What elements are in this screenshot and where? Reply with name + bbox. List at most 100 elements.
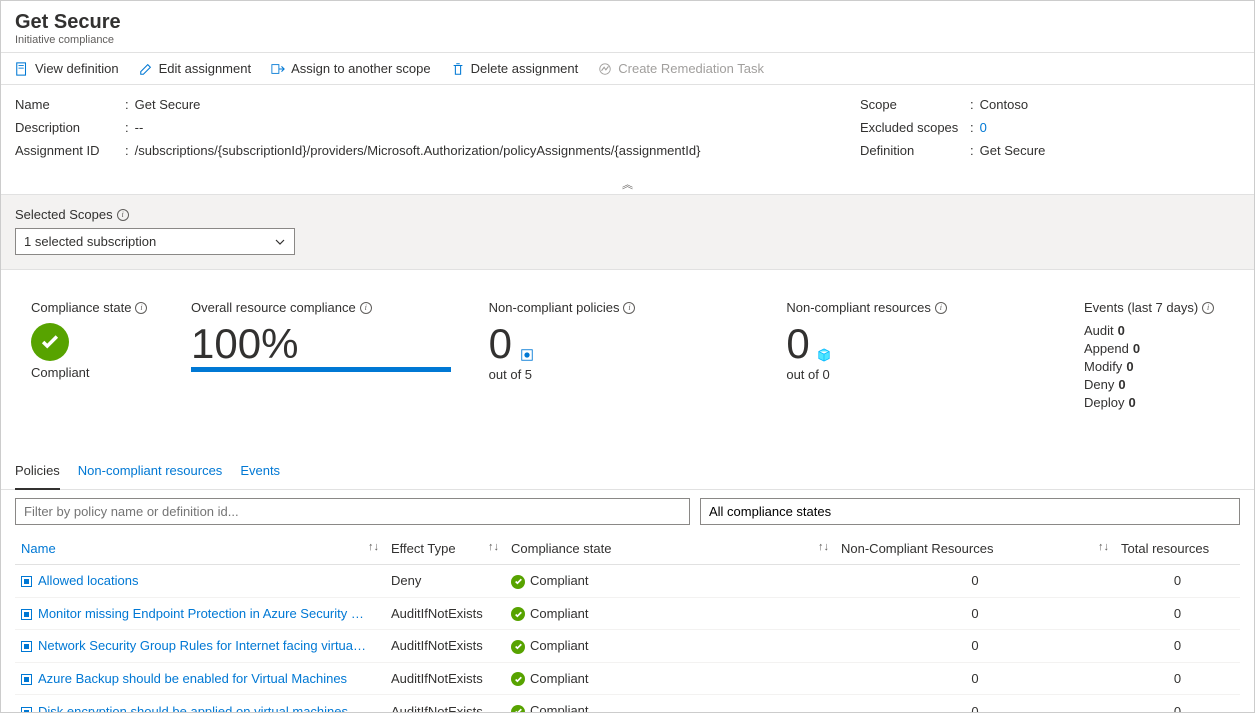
policy-icon	[21, 609, 32, 620]
compliance-cell: Compliant	[505, 695, 835, 713]
table-row: Monitor missing Endpoint Protection in A…	[15, 597, 1240, 630]
total-cell: 0	[1115, 695, 1240, 713]
total-cell: 0	[1115, 565, 1240, 598]
filter-policy-input[interactable]	[15, 498, 690, 525]
overall-compliance-value: 100%	[191, 323, 469, 365]
name-value: Get Secure	[135, 97, 201, 112]
info-icon[interactable]: i	[360, 302, 372, 314]
noncompliant-cell: 0	[835, 630, 1115, 663]
name-label: Name	[15, 97, 125, 112]
create-remediation-button: Create Remediation Task	[598, 61, 764, 76]
assign-icon	[271, 62, 285, 76]
info-icon[interactable]: i	[1202, 302, 1214, 314]
table-row: Azure Backup should be enabled for Virtu…	[15, 662, 1240, 695]
compliance-progress-bar	[191, 367, 451, 372]
policy-name-cell[interactable]: Azure Backup should be enabled for Virtu…	[15, 662, 385, 695]
compliant-check-icon	[511, 607, 525, 621]
page-title: Get Secure	[15, 11, 1240, 34]
policy-icon	[520, 348, 534, 362]
compliant-check-icon	[511, 640, 525, 654]
selected-scopes-label: Selected Scopes	[15, 207, 113, 222]
compliance-state-filter[interactable]	[700, 498, 1240, 525]
noncompliant-resources-value: 0	[786, 320, 809, 367]
assign-scope-button[interactable]: Assign to another scope	[271, 61, 430, 76]
col-total: Total resources	[1115, 533, 1240, 565]
effect-cell: AuditIfNotExists	[385, 630, 505, 663]
compliance-cell: Compliant	[505, 597, 835, 630]
col-name[interactable]: Name↑↓	[15, 533, 385, 565]
document-icon	[15, 62, 29, 76]
delete-assignment-button[interactable]: Delete assignment	[451, 61, 579, 76]
definition-value: Get Secure	[980, 143, 1046, 158]
noncompliant-cell: 0	[835, 565, 1115, 598]
events-title: Events (last 7 days)	[1084, 300, 1198, 315]
scope-label: Scope	[860, 97, 970, 112]
policy-icon	[21, 674, 32, 685]
compliant-check-icon	[31, 323, 69, 361]
effect-cell: AuditIfNotExists	[385, 662, 505, 695]
policy-name-cell[interactable]: Allowed locations	[15, 565, 385, 598]
scope-value: Contoso	[980, 97, 1028, 112]
collapse-details-button[interactable]: ︽	[1, 174, 1254, 194]
noncompliant-cell: 0	[835, 597, 1115, 630]
excluded-scopes-value[interactable]: 0	[980, 120, 987, 135]
noncompliant-resources-title: Non-compliant resources	[786, 300, 931, 315]
event-item: Audit0	[1084, 323, 1224, 338]
total-cell: 0	[1115, 662, 1240, 695]
compliant-check-icon	[511, 672, 525, 686]
cube-icon	[817, 348, 831, 362]
compliance-state-value: Compliant	[31, 365, 171, 380]
effect-cell: AuditIfNotExists	[385, 695, 505, 713]
noncompliant-cell: 0	[835, 662, 1115, 695]
edit-assignment-button[interactable]: Edit assignment	[139, 61, 252, 76]
effect-cell: Deny	[385, 565, 505, 598]
definition-label: Definition	[860, 143, 970, 158]
total-cell: 0	[1115, 597, 1240, 630]
event-item: Append0	[1084, 341, 1224, 356]
info-icon[interactable]: i	[135, 302, 147, 314]
description-label: Description	[15, 120, 125, 135]
policy-icon	[21, 576, 32, 587]
assignment-id-label: Assignment ID	[15, 143, 125, 158]
page-subtitle: Initiative compliance	[15, 34, 1240, 46]
description-value: --	[135, 120, 144, 135]
policy-name-cell[interactable]: Monitor missing Endpoint Protection in A…	[15, 597, 385, 630]
noncompliant-policies-sub: out of 5	[489, 367, 767, 382]
view-definition-button[interactable]: View definition	[15, 61, 119, 76]
event-item: Modify0	[1084, 359, 1224, 374]
chevron-down-icon	[274, 236, 286, 248]
event-item: Deploy0	[1084, 395, 1224, 410]
noncompliant-policies-value: 0	[489, 320, 512, 367]
col-noncompliant[interactable]: Non-Compliant Resources↑↓	[835, 533, 1115, 565]
table-row: Allowed locationsDenyCompliant00	[15, 565, 1240, 598]
compliance-cell: Compliant	[505, 662, 835, 695]
info-icon[interactable]: i	[117, 209, 129, 221]
noncompliant-cell: 0	[835, 695, 1115, 713]
effect-cell: AuditIfNotExists	[385, 597, 505, 630]
info-icon[interactable]: i	[623, 302, 635, 314]
col-effect[interactable]: Effect Type↑↓	[385, 533, 505, 565]
compliance-cell: Compliant	[505, 565, 835, 598]
scopes-dropdown[interactable]: 1 selected subscription	[15, 228, 295, 255]
pencil-icon	[139, 62, 153, 76]
excluded-scopes-label: Excluded scopes	[860, 120, 970, 135]
policy-name-cell[interactable]: Disk encryption should be applied on vir…	[15, 695, 385, 713]
assignment-id-value: /subscriptions/{subscriptionId}/provider…	[135, 143, 701, 158]
tab-policies[interactable]: Policies	[15, 453, 60, 490]
policy-name-cell[interactable]: Network Security Group Rules for Interne…	[15, 630, 385, 663]
remediation-icon	[598, 62, 612, 76]
tab-noncompliant-resources[interactable]: Non-compliant resources	[78, 453, 223, 489]
compliant-check-icon	[511, 575, 525, 589]
table-row: Disk encryption should be applied on vir…	[15, 695, 1240, 713]
col-compliance[interactable]: Compliance state↑↓	[505, 533, 835, 565]
total-cell: 0	[1115, 630, 1240, 663]
policy-icon	[21, 707, 32, 713]
compliant-check-icon	[511, 705, 525, 713]
trash-icon	[451, 62, 465, 76]
noncompliant-policies-title: Non-compliant policies	[489, 300, 620, 315]
info-icon[interactable]: i	[935, 302, 947, 314]
compliance-cell: Compliant	[505, 630, 835, 663]
noncompliant-resources-sub: out of 0	[786, 367, 1064, 382]
policies-table: Name↑↓ Effect Type↑↓ Compliance state↑↓ …	[15, 533, 1240, 713]
tab-events[interactable]: Events	[240, 453, 280, 489]
